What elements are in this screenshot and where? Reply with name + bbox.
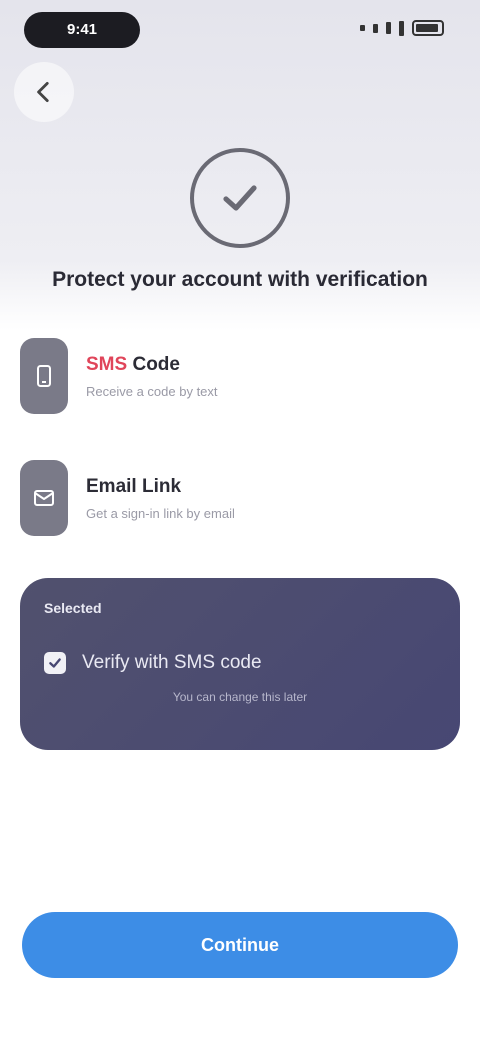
card-option-label: Verify with SMS code [82,652,262,673]
checkbox[interactable] [44,652,66,674]
back-button[interactable] [14,62,74,122]
feature-subtitle: Get a sign-in link by email [86,505,235,521]
card-option-row[interactable]: Verify with SMS code [44,652,436,674]
feature-email[interactable]: Email Link Get a sign-in link by email [20,458,460,538]
feature-title: SMS Code [86,353,180,375]
check-icon [49,658,61,668]
signal-icon [360,25,365,31]
card-label: Selected [44,600,102,616]
feature-sms[interactable]: SMS Code Receive a code by text [20,336,460,416]
feature-title: Email Link [86,475,182,497]
page-title: Protect your account with verification [52,268,428,291]
selection-card[interactable]: Selected Verify with SMS code You can ch… [20,578,460,750]
battery-icon [412,20,444,36]
signal-icon [399,20,404,36]
signal-icon [386,22,391,34]
checkmark-circle-icon [190,148,290,248]
signal-icon [373,23,378,33]
status-icons [360,20,444,36]
phone-icon [20,338,68,414]
status-time: 9:41 [24,12,140,48]
chevron-left-icon [37,81,49,103]
continue-button[interactable]: Continue [22,912,458,978]
feature-subtitle: Receive a code by text [86,383,218,399]
status-bar: 9:41 [0,0,480,60]
card-note: You can change this later [172,690,308,704]
mail-icon [20,460,68,536]
